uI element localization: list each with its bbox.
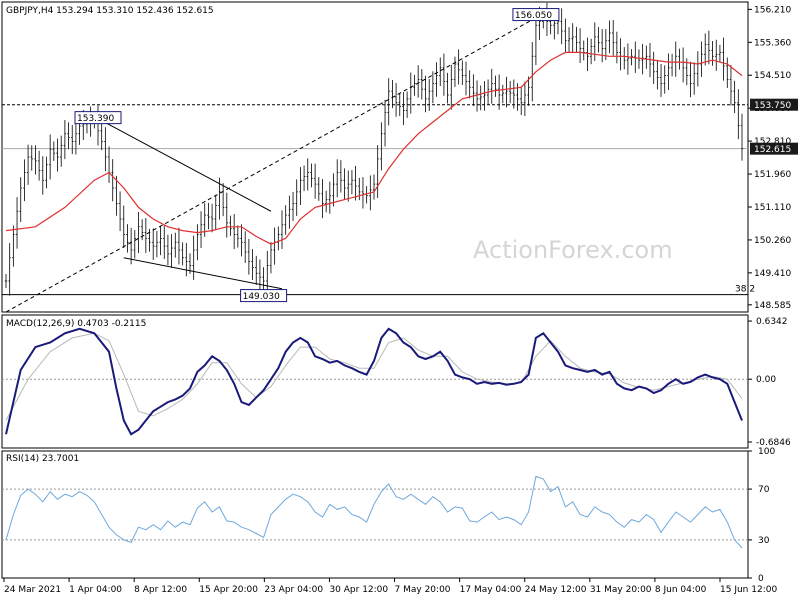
price-callout-label: 156.050 bbox=[515, 11, 552, 21]
chart-stage: ActionForex.com 156.050 153.390 149.030 15… bbox=[0, 0, 800, 600]
time-x-axis: 24 Mar 2021 1 Apr 04:00 8 Apr 12:00 15 Apr … bbox=[3, 578, 777, 595]
rsi-tick-label: 30 bbox=[758, 536, 770, 546]
time-tick-label: 1 Apr 04:00 bbox=[69, 585, 122, 595]
macd-y-axis: 0.63420.00-0.6846 bbox=[748, 317, 791, 448]
price-tag-label: 152.615 bbox=[754, 145, 791, 155]
time-tick-label: 8 Jun 04:00 bbox=[655, 585, 707, 595]
macd-tick-label: 0.6342 bbox=[756, 317, 788, 327]
price-tick-label: 156.210 bbox=[754, 5, 791, 15]
rsi-tick-label: 0 bbox=[758, 574, 764, 584]
panel-frame-1 bbox=[1, 1, 749, 313]
rsi-tick-label: 70 bbox=[758, 485, 770, 495]
time-tick-label: 7 May 20:00 bbox=[395, 585, 451, 595]
macd-header: MACD(12,26,9) 0.4703 -0.2115 bbox=[6, 319, 146, 329]
watermark: ActionForex.com bbox=[473, 236, 673, 264]
price-tick-label: 151.960 bbox=[754, 170, 791, 180]
price-y-axis: 156.210155.360154.510153.660152.810151.9… bbox=[748, 5, 791, 311]
time-tick-label: 23 Apr 04:00 bbox=[264, 585, 323, 595]
time-tick-label: 24 Mar 2021 bbox=[4, 585, 61, 595]
panel-frame-2 bbox=[1, 314, 749, 449]
panel-frames bbox=[1, 1, 749, 579]
time-tick-label: 8 Apr 12:00 bbox=[134, 585, 187, 595]
time-tick-label: 31 May 20:00 bbox=[590, 585, 652, 595]
rsi-y-axis: 100 70 30 0 bbox=[748, 447, 775, 584]
price-tick-label: 150.260 bbox=[754, 236, 791, 246]
time-tick-label: 15 Apr 20:00 bbox=[199, 585, 258, 595]
price-tick-label: 149.410 bbox=[754, 269, 791, 279]
panel-frame-3 bbox=[1, 450, 749, 579]
fib-level-label: 38.2 bbox=[735, 285, 755, 295]
price-header: GBPJPY,H4 153.294 153.310 152.436 152.61… bbox=[6, 6, 214, 16]
rsi-header: RSI(14) 23.7001 bbox=[6, 454, 79, 464]
price-tick-label: 148.585 bbox=[754, 301, 791, 311]
rsi-tick-label: 100 bbox=[758, 447, 775, 457]
price-tick-label: 154.510 bbox=[754, 71, 791, 81]
forex-chart: ActionForex.com 156.050 153.390 149.030 15… bbox=[1, 1, 798, 595]
price-tag-label: 153.750 bbox=[754, 101, 791, 111]
price-callout-label: 153.390 bbox=[77, 114, 114, 124]
price-tags: 153.750 152.615 bbox=[750, 98, 798, 155]
time-tick-label: 17 May 04:00 bbox=[460, 585, 522, 595]
price-tick-label: 151.110 bbox=[754, 203, 791, 213]
time-tick-label: 15 Jun 12:00 bbox=[720, 585, 777, 595]
macd-tick-label: 0.00 bbox=[756, 375, 776, 385]
time-tick-label: 24 May 12:00 bbox=[525, 585, 587, 595]
price-tick-label: 155.360 bbox=[754, 38, 791, 48]
time-tick-label: 30 Apr 12:00 bbox=[329, 585, 388, 595]
price-callout-label: 149.030 bbox=[243, 292, 280, 302]
